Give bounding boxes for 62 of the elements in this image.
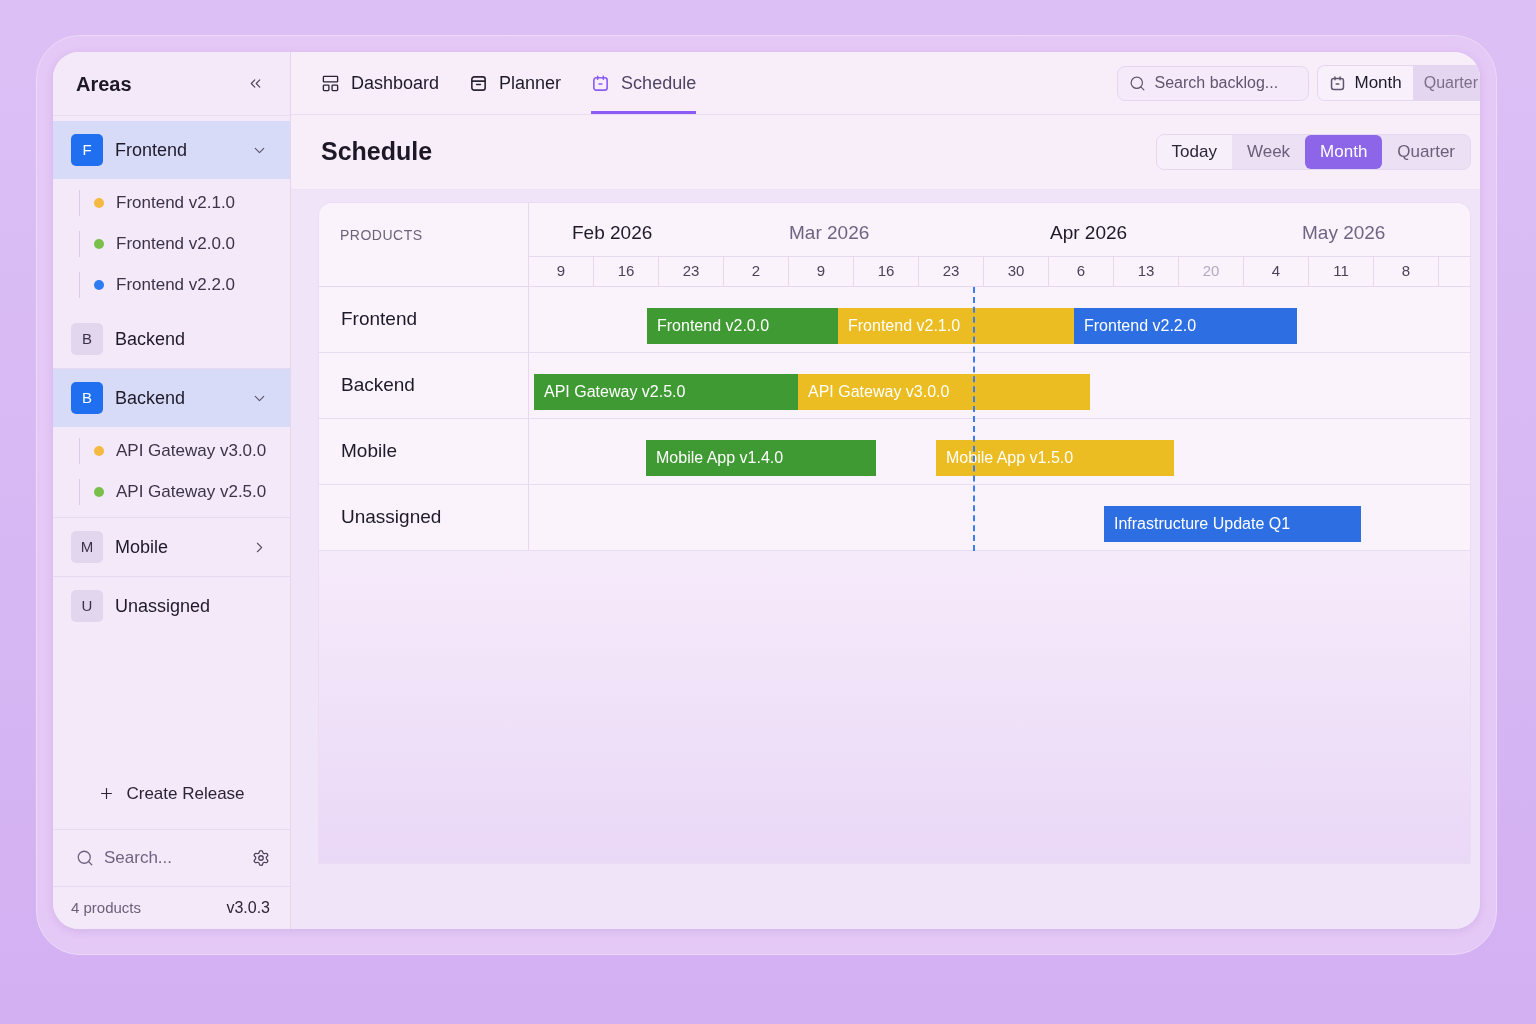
search-field[interactable]: Search... <box>104 845 242 871</box>
release-bar[interactable]: Infrastructure Update Q1 <box>1104 506 1361 542</box>
area-item[interactable]: M Mobile <box>53 518 290 576</box>
page-title: Schedule <box>321 136 433 168</box>
month-label: May 2026 <box>1302 221 1386 245</box>
release-item[interactable]: Frontend v2.0.0 <box>94 230 236 257</box>
week-label: 23 <box>942 261 960 282</box>
notepad-icon <box>469 73 489 93</box>
nav-tab[interactable]: Planner <box>469 52 562 114</box>
sidebar-title: Areas <box>76 71 132 97</box>
week-label: 23 <box>682 261 700 282</box>
create-release-button[interactable]: Create Release <box>90 776 253 811</box>
month-label: Mar 2026 <box>789 221 870 245</box>
dashboard-icon <box>321 73 340 93</box>
area-item[interactable]: F Frontend <box>53 121 290 179</box>
area-item[interactable]: U Unassigned <box>53 577 290 635</box>
letter-avatar: F <box>71 134 103 166</box>
week-label: 6 <box>1076 261 1086 282</box>
view-option[interactable]: Week <box>1231 135 1306 169</box>
row-label: Mobile <box>341 439 397 464</box>
release-bar[interactable]: Frontend v2.2.0 <box>1074 308 1297 344</box>
month-label: Apr 2026 <box>1050 221 1128 245</box>
release-bar[interactable]: Frontend v2.0.0 <box>647 308 838 344</box>
release-item[interactable]: Frontend v2.1.0 <box>94 189 236 216</box>
version-label: v3.0.3 <box>226 898 270 918</box>
row-label: Frontend <box>341 307 418 332</box>
calendar-icon <box>591 73 611 93</box>
view-option[interactable]: Quarter <box>1382 135 1470 169</box>
column-header: PRODUCTS <box>340 227 423 243</box>
view-option[interactable]: Today <box>1156 135 1232 169</box>
release-item[interactable]: API Gateway v3.0.0 <box>94 437 267 464</box>
search-icon <box>1128 74 1146 92</box>
week-label: 2 <box>751 261 761 282</box>
month-label: Feb 2026 <box>572 221 653 245</box>
product-count: 4 products <box>71 897 142 918</box>
release-bar[interactable]: Mobile App v1.4.0 <box>646 440 876 476</box>
week-label: 8 <box>1401 261 1411 282</box>
week-label: 16 <box>617 261 635 282</box>
release-item[interactable]: API Gateway v2.5.0 <box>94 478 267 505</box>
week-label: 9 <box>556 261 566 282</box>
search-icon <box>76 849 94 867</box>
area-item[interactable]: B Backend <box>53 310 290 368</box>
calendar-icon <box>1328 74 1346 92</box>
settings-icon[interactable] <box>252 849 270 867</box>
nav-tab[interactable]: Dashboard <box>321 52 440 114</box>
row-label: Unassigned <box>341 505 442 530</box>
row-label: Backend <box>341 373 415 398</box>
week-label: 16 <box>877 261 895 282</box>
release-bar[interactable]: API Gateway v2.5.0 <box>534 374 798 410</box>
week-label: 9 <box>816 261 826 282</box>
letter-avatar: M <box>71 531 103 563</box>
letter-avatar: U <box>71 590 103 622</box>
release-item[interactable]: Frontend v2.2.0 <box>94 271 236 298</box>
week-label: 4 <box>1271 261 1281 282</box>
letter-avatar: B <box>71 382 103 414</box>
week-label: 13 <box>1137 261 1155 282</box>
week-label: 20 <box>1202 261 1220 282</box>
week-label: 30 <box>1007 261 1025 282</box>
area-item[interactable]: B Backend <box>53 369 290 427</box>
letter-avatar: B <box>71 323 103 355</box>
week-label: 11 <box>1333 261 1349 282</box>
search-field[interactable]: Search backlog... <box>1116 65 1309 101</box>
